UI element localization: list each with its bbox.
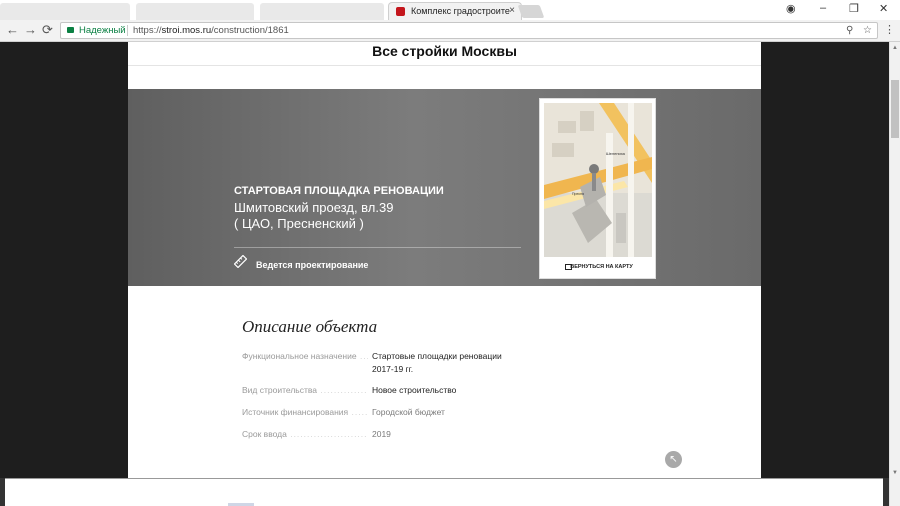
back-to-top-button[interactable]: ↖ xyxy=(665,451,682,468)
row-value: Новое строительство xyxy=(372,385,457,395)
favicon-icon xyxy=(396,7,405,16)
row-value: Стартовые площадки реновации 2017-19 гг. xyxy=(372,351,502,374)
bookmark-star-icon[interactable]: ☆ xyxy=(863,23,872,38)
site-title[interactable]: Все стройки Москвы xyxy=(128,42,761,66)
map-label-metro: Шелепиха xyxy=(606,151,626,156)
background-tab[interactable] xyxy=(136,3,254,20)
row-value: Городской бюджет xyxy=(372,407,445,417)
account-icon[interactable]: ◉ xyxy=(786,2,796,15)
divider xyxy=(234,247,521,248)
project-status: Ведется проектирование xyxy=(256,260,369,270)
row-value: 2019 xyxy=(372,429,391,439)
object-type: СТАРТОВАЯ ПЛОЩАДКА РЕНОВАЦИИ xyxy=(234,185,444,197)
row-key: Источник финансирования xyxy=(242,406,368,419)
row-key: Функциональное назначение xyxy=(242,350,368,363)
minimize-button[interactable]: – xyxy=(820,2,826,14)
row-key: Вид строительства xyxy=(242,384,368,397)
location-map[interactable]: Шелепиха Пресня xyxy=(544,103,652,257)
new-tab-button[interactable] xyxy=(517,5,545,18)
ruler-icon xyxy=(234,255,247,268)
scrollbar-thumb[interactable] xyxy=(891,80,899,138)
tab-title: Комплекс градостроите xyxy=(411,6,510,16)
tab-close-icon[interactable]: × xyxy=(509,3,515,19)
url-text[interactable]: https://stroi.mos.ru/construction/1861 xyxy=(133,23,289,38)
search-icon[interactable]: ⚲ xyxy=(846,23,853,38)
lock-icon xyxy=(67,27,74,33)
forward-button[interactable]: → xyxy=(24,23,37,37)
page-content: Все стройки Москвы СТАРТОВАЯ ПЛОЩАДКА РЕ… xyxy=(128,42,761,506)
url-prefix: https:// xyxy=(133,25,162,36)
scroll-down-arrow-icon[interactable]: ▼ xyxy=(890,468,900,478)
background-tab[interactable] xyxy=(260,3,384,20)
description-title: Описание объекта xyxy=(242,317,378,336)
restore-button[interactable]: ❐ xyxy=(849,2,859,15)
map-card[interactable]: Шелепиха Пресня ВЕРНУТЬСЯ НА КАРТУ xyxy=(539,98,656,279)
tab-strip: Комплекс градостроите × ◉ – ❐ ✕ xyxy=(0,0,900,20)
map-label-area: Пресня xyxy=(572,192,584,196)
browser-toolbar: ← → ⟳ Надежный https://stroi.mos.ru/cons… xyxy=(0,20,900,42)
browser-menu-icon[interactable]: ⋮ xyxy=(884,23,895,37)
divider xyxy=(127,25,128,36)
background-tab[interactable] xyxy=(0,3,130,20)
scroll-up-arrow-icon[interactable]: ▲ xyxy=(890,43,900,53)
map-icon xyxy=(565,264,572,270)
back-to-map-label: ВЕРНУТЬСЯ НА КАРТУ xyxy=(570,264,633,270)
secure-label: Надежный xyxy=(79,25,126,36)
url-path: /construction/1861 xyxy=(211,25,289,36)
row-key: Срок ввода xyxy=(242,428,368,441)
reload-button[interactable]: ⟳ xyxy=(42,23,53,37)
object-district: ( ЦАО, Пресненский ) xyxy=(234,216,364,231)
bottom-panel xyxy=(0,478,888,506)
object-hero: СТАРТОВАЯ ПЛОЩАДКА РЕНОВАЦИИ Шмитовский … xyxy=(128,89,761,286)
back-button[interactable]: ← xyxy=(6,23,19,37)
bottom-panel-edge xyxy=(883,478,889,506)
address-bar[interactable]: Надежный https://stroi.mos.ru/constructi… xyxy=(60,22,878,39)
bottom-panel-edge xyxy=(0,478,5,506)
active-tab[interactable]: Комплекс градостроите × xyxy=(388,2,522,20)
back-to-map-link[interactable]: ВЕРНУТЬСЯ НА КАРТУ xyxy=(540,259,655,275)
object-address: Шмитовский проезд, вл.39 xyxy=(234,200,394,215)
url-host: stroi.mos.ru xyxy=(161,25,212,36)
close-window-button[interactable]: ✕ xyxy=(879,2,888,15)
